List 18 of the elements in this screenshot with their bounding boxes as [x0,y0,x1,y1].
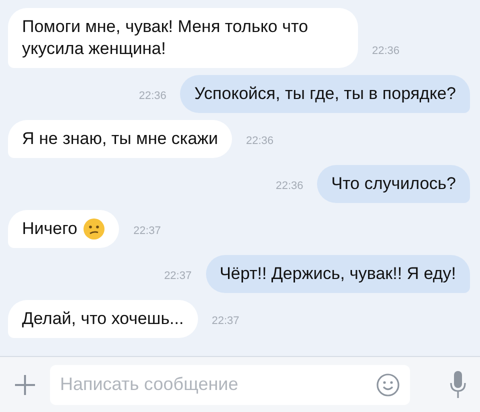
message-text: Помоги мне, чувак! Меня только что укусила женщина! [22,16,310,60]
message-text: Ничего [22,218,78,240]
smiley-icon[interactable] [376,372,400,396]
message-text: Успокойся, ты где, ты в порядке? [194,83,456,105]
message-time: 22:37 [212,314,240,328]
message-text: Я не знаю, ты мне скажи [22,128,218,150]
message-text: Делай, что хочешь... [22,308,184,330]
message-time: 22:36 [138,88,166,104]
message-field[interactable]: Написать сообщение [50,364,410,404]
message-time: 22:36 [372,44,400,58]
add-icon[interactable] [14,374,36,396]
message-text: Чёрт!! Держись, чувак!! Я еду! [220,263,456,285]
microphone-icon[interactable] [450,370,466,400]
message-time: 22:37 [133,224,161,238]
message-text: Что случилось? [331,173,456,195]
message-time: 22:36 [276,178,304,194]
message-time: 22:37 [164,268,192,284]
message-time: 22:36 [246,134,274,148]
